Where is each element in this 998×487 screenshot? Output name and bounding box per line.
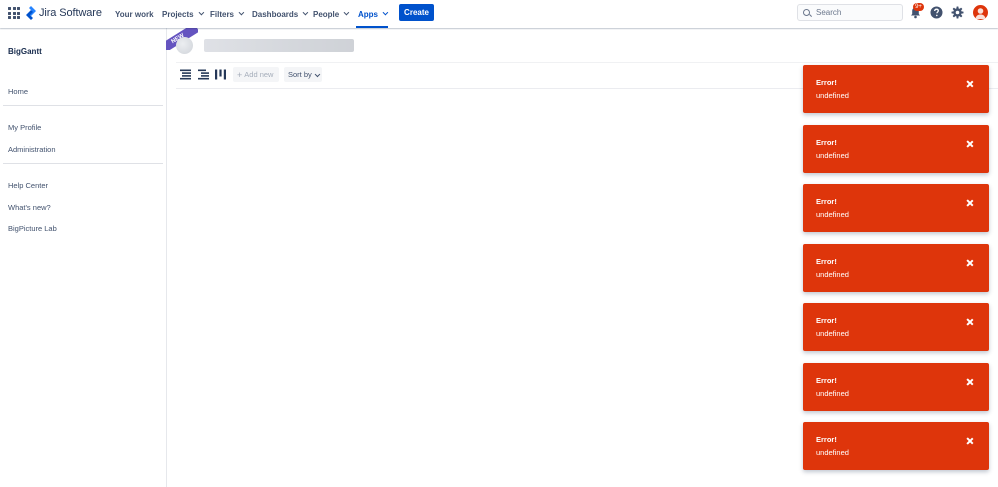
help-icon[interactable]	[930, 6, 943, 19]
error-flag: Error! undefined	[803, 184, 989, 232]
flag-description: undefined	[816, 151, 849, 160]
flag-title: Error!	[816, 78, 837, 87]
divider	[176, 62, 998, 63]
close-icon[interactable]	[966, 318, 974, 326]
flag-description: undefined	[816, 270, 849, 279]
sidebar-item-my-profile[interactable]: My Profile	[8, 123, 41, 132]
flag-description: undefined	[816, 329, 849, 338]
create-button[interactable]: Create	[399, 4, 434, 21]
flag-description: undefined	[816, 210, 849, 219]
sidebar-item-bigpicture-lab[interactable]: BigPicture Lab	[8, 224, 57, 233]
search-input[interactable]: Search	[797, 4, 903, 21]
nav-dashboards[interactable]: Dashboards	[252, 0, 309, 28]
chevron-down-icon	[314, 71, 320, 77]
flag-title: Error!	[816, 316, 837, 325]
user-icon	[975, 8, 986, 19]
sort-by-label: Sort by	[288, 70, 312, 79]
error-flag: Error! undefined	[803, 303, 989, 351]
top-navigation: Jira Software Your work Projects Filters…	[0, 0, 998, 28]
nav-label: Filters	[210, 9, 235, 19]
nav-projects[interactable]: Projects	[162, 0, 204, 28]
nav-people[interactable]: People	[313, 0, 350, 28]
flag-title: Error!	[816, 257, 837, 266]
error-flag: Error! undefined	[803, 125, 989, 173]
close-icon[interactable]	[966, 80, 974, 88]
nav-apps[interactable]: Apps	[356, 0, 389, 28]
brand-name: Jira Software	[39, 7, 102, 19]
close-icon[interactable]	[966, 140, 974, 148]
app-switcher-icon[interactable]	[8, 7, 20, 19]
flag-title: Error!	[816, 197, 837, 206]
chevron-down-icon	[343, 9, 350, 16]
sidebar-item-home[interactable]: Home	[8, 87, 28, 96]
sidebar-title: BigGantt	[8, 47, 42, 56]
sidebar: BigGantt Home My Profile Administration …	[0, 28, 167, 487]
flag-description: undefined	[816, 389, 849, 398]
flag-description: undefined	[816, 91, 849, 100]
nav-filters[interactable]: Filters	[210, 0, 245, 28]
nav-your-work[interactable]: Your work	[115, 0, 154, 28]
nav-label: Projects	[162, 9, 194, 19]
error-flag: Error! undefined	[803, 65, 989, 113]
plus-icon: +	[237, 69, 243, 80]
notification-badge: 9+	[913, 3, 924, 11]
nav-label: Apps	[358, 9, 378, 19]
sidebar-item-help-center[interactable]: Help Center	[8, 181, 48, 190]
chevron-down-icon	[302, 9, 309, 16]
error-flag: Error! undefined	[803, 244, 989, 292]
nav-label: Dashboards	[252, 9, 299, 19]
chevron-down-icon	[238, 9, 245, 16]
sidebar-item-administration[interactable]: Administration	[8, 145, 56, 154]
list-view-icon[interactable]	[180, 69, 191, 80]
board-view-icon[interactable]	[215, 69, 226, 80]
error-flag: Error! undefined	[803, 363, 989, 411]
flag-title: Error!	[816, 435, 837, 444]
gear-icon[interactable]	[951, 6, 964, 19]
nav-label: People	[313, 9, 340, 19]
project-avatar	[176, 37, 193, 54]
search-icon	[803, 9, 810, 16]
jira-logo[interactable]: Jira Software	[26, 6, 102, 20]
flag-title: Error!	[816, 138, 837, 147]
chevron-down-icon	[382, 9, 389, 16]
sidebar-item-whats-new[interactable]: What's new?	[8, 203, 51, 212]
divider	[3, 105, 163, 106]
sort-by-dropdown[interactable]: Sort by	[284, 67, 322, 82]
nav-label: Your work	[115, 9, 154, 19]
close-icon[interactable]	[966, 378, 974, 386]
outline-view-icon[interactable]	[198, 69, 209, 80]
avatar[interactable]	[973, 5, 988, 20]
title-loading-skeleton	[204, 39, 354, 52]
close-icon[interactable]	[966, 437, 974, 445]
error-flag: Error! undefined	[803, 422, 989, 470]
divider	[3, 163, 163, 164]
search-placeholder: Search	[816, 8, 842, 17]
flag-description: undefined	[816, 448, 849, 457]
add-new-button[interactable]: + Add new	[233, 67, 279, 82]
jira-logo-icon	[26, 6, 36, 20]
flag-title: Error!	[816, 376, 837, 385]
chevron-down-icon	[198, 9, 204, 16]
close-icon[interactable]	[966, 259, 974, 267]
add-new-label: Add new	[244, 70, 274, 79]
close-icon[interactable]	[966, 199, 974, 207]
